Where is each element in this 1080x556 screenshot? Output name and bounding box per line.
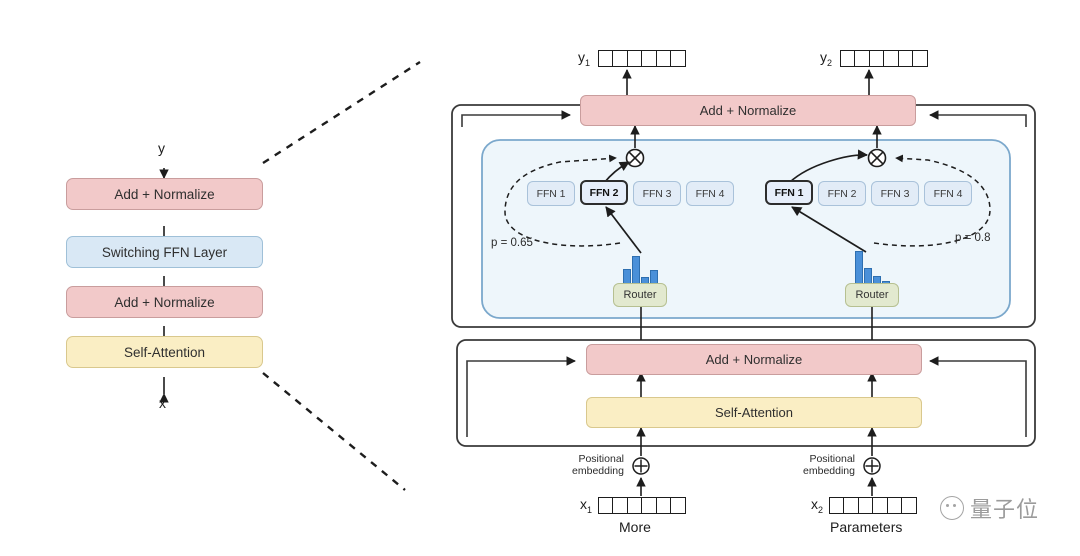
- qbitai-face-icon: [940, 496, 964, 520]
- output-sub-y2: 2: [827, 57, 833, 68]
- vector-cell: [901, 497, 918, 514]
- router-histogram-group-2: [855, 248, 890, 286]
- vector-cell: [670, 50, 687, 67]
- figure-canvas: y Add + Normalize Switching FFN Layer Ad…: [0, 0, 1080, 556]
- multiply-operator-1: [625, 148, 645, 168]
- positional-embedding-label-1: Positional embedding: [562, 453, 624, 477]
- ffn-4-group-2[interactable]: FFN 4: [924, 181, 972, 206]
- positional-embedding-line-2: embedding: [803, 465, 855, 477]
- router-group-2[interactable]: Router: [845, 283, 899, 307]
- input-word-x2: Parameters: [830, 519, 903, 535]
- input-word-x1: More: [619, 519, 651, 535]
- vector-cell: [912, 50, 929, 67]
- input-base-x1: x: [580, 496, 587, 512]
- right-self-attention: Self-Attention: [586, 397, 922, 428]
- switching-ffn-panel: [481, 139, 1011, 319]
- watermark: 量子位: [940, 492, 1039, 524]
- left-block-switching-ffn: Switching FFN Layer: [66, 236, 263, 268]
- positional-embedding-line-1: Positional: [809, 453, 855, 465]
- left-output-label: y: [158, 140, 165, 156]
- input-label-x2: x2: [811, 496, 823, 515]
- input-sub-x2: 2: [818, 504, 824, 515]
- histogram-bar: [632, 256, 640, 286]
- ffn-2-group-2[interactable]: FFN 2: [818, 181, 866, 206]
- ffn-3-group-1[interactable]: FFN 3: [633, 181, 681, 206]
- router-histogram-group-1: [623, 252, 658, 286]
- watermark-text: 量子位: [970, 498, 1040, 523]
- positional-embedding-label-2: Positional embedding: [793, 453, 855, 477]
- attention-to-norm-arrows: [636, 372, 877, 398]
- left-block-add-normalize-top: Add + Normalize: [66, 178, 263, 210]
- positional-add-operator-1: [632, 457, 650, 475]
- histogram-bar: [855, 251, 863, 286]
- output-vector-y1: [598, 50, 687, 67]
- input-base-x2: x: [811, 496, 818, 512]
- multiply-operator-2: [867, 148, 887, 168]
- ffn-1-group-2[interactable]: FFN 1: [765, 180, 813, 205]
- positional-embedding-line-2: embedding: [572, 465, 624, 477]
- output-arrows: [622, 69, 874, 96]
- ffn-3-group-2[interactable]: FFN 3: [871, 181, 919, 206]
- right-add-normalize-bottom: Add + Normalize: [586, 344, 922, 375]
- ffn-4-group-1[interactable]: FFN 4: [686, 181, 734, 206]
- connector-layer: [159, 60, 1036, 496]
- output-vector-y2: [840, 50, 929, 67]
- output-label-y2: y2: [820, 49, 832, 68]
- token-to-adder-arrows: [636, 477, 877, 496]
- input-sub-x1: 1: [587, 504, 593, 515]
- output-label-y1: y1: [578, 49, 590, 68]
- left-input-label: x: [159, 395, 166, 411]
- input-label-x1: x1: [580, 496, 592, 515]
- ffn-1-group-1[interactable]: FFN 1: [527, 181, 575, 206]
- output-base-y1: y: [578, 49, 585, 65]
- output-base-y2: y: [820, 49, 827, 65]
- input-vector-x2: [829, 497, 918, 514]
- ffn-2-group-1[interactable]: FFN 2: [580, 180, 628, 205]
- zoom-guide-lines: [262, 60, 421, 491]
- input-vector-x1: [598, 497, 687, 514]
- positional-add-operator-2: [863, 457, 881, 475]
- probability-label-group-2: p = 0.8: [955, 232, 991, 244]
- router-group-1[interactable]: Router: [613, 283, 667, 307]
- output-sub-y1: 1: [585, 57, 591, 68]
- positional-embedding-line-1: Positional: [578, 453, 624, 465]
- probability-label-group-1: p = 0.65: [491, 237, 533, 249]
- right-add-normalize-top: Add + Normalize: [580, 95, 916, 126]
- vector-cell: [670, 497, 687, 514]
- left-block-self-attention: Self-Attention: [66, 336, 263, 368]
- embedding-to-attention-arrows: [636, 427, 877, 456]
- left-block-add-normalize-bottom: Add + Normalize: [66, 286, 263, 318]
